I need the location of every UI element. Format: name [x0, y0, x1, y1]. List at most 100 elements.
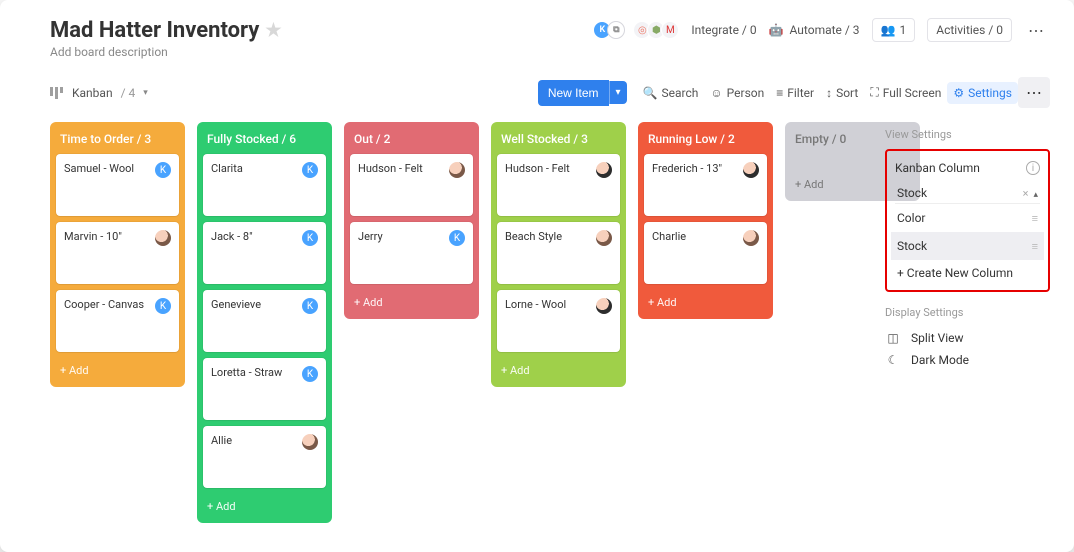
- header-actions: K ⧉ ◎ ⬢ M Integrate / 0 🤖 Automate / 3 👥…: [593, 18, 1050, 42]
- card-label: Charlie: [652, 230, 686, 243]
- fullscreen-label: Full Screen: [883, 86, 942, 100]
- card-label: Jack - 8": [211, 230, 253, 243]
- create-new-column[interactable]: + Create New Column: [895, 260, 1040, 280]
- kanban-card[interactable]: ClaritaK: [203, 154, 326, 216]
- kanban-card[interactable]: Hudson - Felt: [350, 154, 473, 216]
- avatar[interactable]: [596, 298, 612, 314]
- robot-icon: 🤖: [769, 23, 784, 37]
- kanban-card[interactable]: Beach Style: [497, 222, 620, 284]
- view-switcher[interactable]: Kanban / 4 ▾: [50, 86, 148, 100]
- kanban-card[interactable]: Lorne - Wool: [497, 290, 620, 352]
- dark-mode-toggle[interactable]: ☾ Dark Mode: [885, 349, 1050, 371]
- fullscreen-button[interactable]: ⛶ Full Screen: [864, 81, 947, 104]
- kanban-column-option[interactable]: Stock ≡: [891, 232, 1044, 260]
- card-label: Allie: [211, 434, 232, 447]
- card-label: Marvin - 10": [64, 230, 122, 243]
- new-item-button[interactable]: New Item: [538, 80, 609, 106]
- board-description[interactable]: Add board description: [50, 45, 593, 59]
- card-label: Samuel - Wool: [64, 162, 134, 175]
- caret-up-icon[interactable]: ▴: [1033, 190, 1038, 200]
- avatar[interactable]: K: [302, 298, 318, 314]
- lane-heading[interactable]: Fully Stocked / 6: [203, 128, 326, 154]
- clear-icon[interactable]: ×: [1023, 187, 1029, 200]
- display-settings-heading: Display Settings: [885, 306, 1050, 319]
- kanban-column-select[interactable]: Stock × ▴: [895, 183, 1040, 204]
- kanban-lane: Time to Order / 3 Samuel - Wool K Marvin - …: [50, 122, 185, 387]
- lane-heading[interactable]: Well Stocked / 3: [497, 128, 620, 154]
- new-item: New Item ▾: [538, 80, 627, 106]
- avatar[interactable]: [449, 162, 465, 178]
- new-item-dropdown[interactable]: ▾: [609, 81, 627, 104]
- search-button[interactable]: 🔍 Search: [637, 82, 705, 104]
- kanban-card[interactable]: Marvin - 10": [56, 222, 179, 284]
- kanban-card[interactable]: Jack - 8" K: [203, 222, 326, 284]
- kanban-card[interactable]: Charlie: [644, 222, 767, 284]
- kanban-card[interactable]: Frederich - 13": [644, 154, 767, 216]
- board-title[interactable]: Mad Hatter Inventory ★: [50, 18, 593, 43]
- moon-icon: ☾: [885, 353, 901, 367]
- option-label: Color: [897, 211, 925, 225]
- kanban-column-row: Kanban Column i: [895, 159, 1040, 183]
- avatar[interactable]: [743, 162, 759, 178]
- kanban-column-box: Kanban Column i Stock × ▴ Color ≡ Stock ≡ +…: [885, 149, 1050, 292]
- grip-icon[interactable]: ≡: [1032, 240, 1038, 253]
- kanban-lane: Running Low / 2Frederich - 13" Charlie + A…: [638, 122, 773, 319]
- info-icon[interactable]: i: [1026, 161, 1040, 175]
- toolbar-more-icon[interactable]: ⋯: [1018, 77, 1050, 108]
- integrate-label: Integrate / 0: [691, 23, 756, 37]
- avatar[interactable]: [596, 162, 612, 178]
- avatar[interactable]: K: [155, 298, 171, 314]
- people-button[interactable]: 👥 1: [872, 18, 916, 42]
- kanban-card[interactable]: Samuel - Wool K: [56, 154, 179, 216]
- integration-icon[interactable]: M: [661, 21, 679, 39]
- avatar[interactable]: [596, 230, 612, 246]
- person-filter[interactable]: ☺ Person: [704, 82, 770, 104]
- lane-add-button[interactable]: + Add: [203, 494, 326, 515]
- avatar[interactable]: K: [302, 366, 318, 382]
- settings-button[interactable]: ⚙ Settings: [947, 82, 1018, 104]
- kanban-column-option[interactable]: Color ≡: [895, 204, 1040, 232]
- avatar[interactable]: [302, 434, 318, 450]
- filter-button[interactable]: ≡ Filter: [770, 82, 820, 104]
- avatar[interactable]: K: [449, 230, 465, 246]
- lane-add-button[interactable]: + Add: [497, 358, 620, 379]
- badge-dup-icon: ⧉: [607, 21, 625, 39]
- lane-add-button[interactable]: + Add: [644, 290, 767, 311]
- board-duplicate-badge[interactable]: K ⧉: [593, 21, 625, 39]
- activities-label: Activities / 0: [936, 23, 1003, 37]
- lane-heading[interactable]: Time to Order / 3: [56, 128, 179, 154]
- option-label: Stock: [897, 239, 927, 253]
- kanban-card[interactable]: JerryK: [350, 222, 473, 284]
- activities-button[interactable]: Activities / 0: [927, 18, 1012, 42]
- sort-button[interactable]: ↕ Sort: [820, 82, 864, 104]
- avatar[interactable]: K: [155, 162, 171, 178]
- avatar[interactable]: [743, 230, 759, 246]
- avatar[interactable]: [155, 230, 171, 246]
- more-menu-icon[interactable]: ⋯: [1024, 21, 1050, 40]
- kanban-column-options: Color ≡ Stock ≡: [895, 204, 1040, 260]
- fullscreen-icon: ⛶: [870, 85, 878, 100]
- kanban-card[interactable]: GenevieveK: [203, 290, 326, 352]
- avatar[interactable]: K: [302, 162, 318, 178]
- lane-heading[interactable]: Running Low / 2: [644, 128, 767, 154]
- kanban-card[interactable]: Hudson - Felt: [497, 154, 620, 216]
- card-label: Hudson - Felt: [505, 162, 570, 175]
- lane-add-button[interactable]: + Add: [350, 290, 473, 311]
- integrate-link[interactable]: Integrate / 0: [691, 23, 756, 37]
- avatar[interactable]: K: [302, 230, 318, 246]
- split-view-toggle[interactable]: ◫ Split View: [885, 327, 1050, 349]
- view-count: / 4: [121, 86, 136, 100]
- header: Mad Hatter Inventory ★ Add board descrip…: [0, 18, 1074, 63]
- card-label: Beach Style: [505, 230, 562, 243]
- star-icon[interactable]: ★: [265, 20, 281, 41]
- view-label: Kanban: [72, 86, 113, 100]
- grip-icon[interactable]: ≡: [1032, 212, 1038, 225]
- kanban-card[interactable]: Allie: [203, 426, 326, 488]
- automate-link[interactable]: 🤖 Automate / 3: [769, 23, 860, 37]
- chevron-down-icon: ▾: [143, 88, 148, 98]
- lane-add-button[interactable]: + Add: [56, 358, 179, 379]
- kanban-card[interactable]: Cooper - CanvasK: [56, 290, 179, 352]
- view-settings-heading: View Settings: [885, 128, 1050, 141]
- lane-heading[interactable]: Out / 2: [350, 128, 473, 154]
- kanban-card[interactable]: Loretta - StrawK: [203, 358, 326, 420]
